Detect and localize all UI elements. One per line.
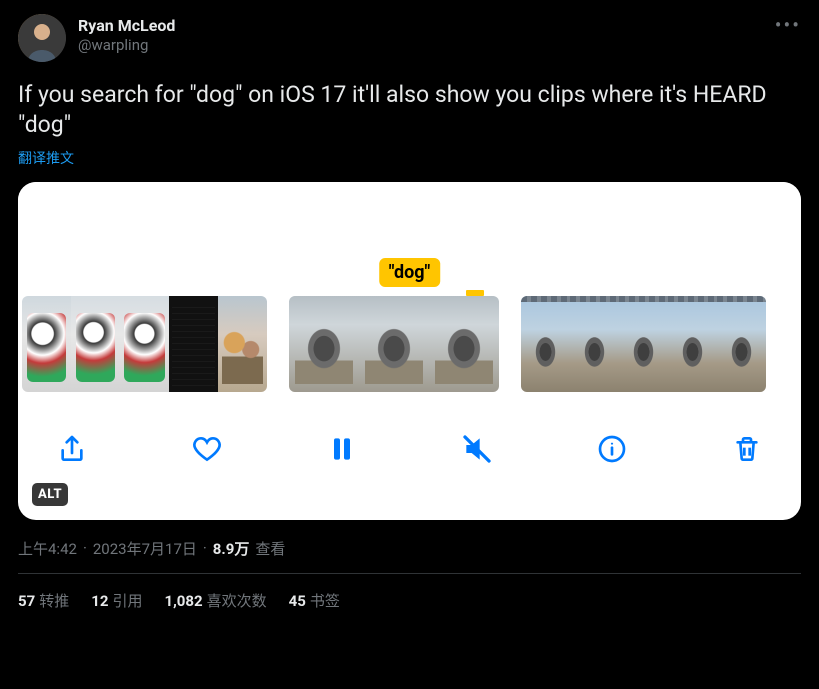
media-toolbar <box>18 392 801 482</box>
tweet-date[interactable]: 2023年7月17日 <box>93 538 197 559</box>
video-frame[interactable] <box>218 296 267 392</box>
views-count[interactable]: 8.9万 <box>213 538 250 559</box>
more-icon[interactable]: ••• <box>775 14 801 30</box>
video-frame[interactable] <box>521 296 570 392</box>
video-timeline[interactable] <box>18 296 801 392</box>
media-top: "dog" <box>18 182 801 296</box>
trash-icon[interactable] <box>729 431 765 467</box>
video-frame[interactable] <box>429 296 499 392</box>
video-frame[interactable] <box>668 296 717 392</box>
translate-link[interactable]: 翻译推文 <box>18 148 801 168</box>
video-frame[interactable] <box>717 296 766 392</box>
clip-group-3[interactable] <box>521 296 766 392</box>
video-frame[interactable] <box>619 296 668 392</box>
views-label: 查看 <box>255 538 285 559</box>
video-frame[interactable] <box>22 296 71 392</box>
alt-badge[interactable]: ALT <box>32 483 68 506</box>
video-frame[interactable] <box>169 296 218 392</box>
bookmarks-stat[interactable]: 45书签 <box>289 590 340 611</box>
video-frame[interactable] <box>120 296 169 392</box>
mute-icon[interactable] <box>459 431 495 467</box>
tweet-text: If you search for "dog" on iOS 17 it'll … <box>18 80 801 140</box>
tweet-meta: 上午4:42 · 2023年7月17日 · 8.9万 查看 <box>18 538 801 559</box>
stats-row: 57转推 12引用 1,082喜欢次数 45书签 <box>18 574 801 627</box>
quotes-stat[interactable]: 12引用 <box>91 590 142 611</box>
pause-icon[interactable] <box>324 431 360 467</box>
author-block: Ryan McLeod @warpling <box>78 14 763 55</box>
retweets-stat[interactable]: 57转推 <box>18 590 69 611</box>
video-frame[interactable] <box>71 296 120 392</box>
tweet-container: Ryan McLeod @warpling ••• If you search … <box>0 0 819 627</box>
handle[interactable]: @warpling <box>78 36 763 55</box>
display-name[interactable]: Ryan McLeod <box>78 16 763 36</box>
clip-group-1[interactable] <box>22 296 267 392</box>
clip-group-2[interactable] <box>289 296 499 392</box>
tweet-time[interactable]: 上午4:42 <box>18 538 77 559</box>
heart-icon[interactable] <box>189 431 225 467</box>
video-frame[interactable] <box>359 296 429 392</box>
media-card[interactable]: "dog" <box>18 182 801 520</box>
video-frame[interactable] <box>570 296 619 392</box>
search-highlight-label: "dog" <box>379 258 441 287</box>
tweet-header: Ryan McLeod @warpling ••• <box>18 14 801 62</box>
share-icon[interactable] <box>54 431 90 467</box>
video-frame[interactable] <box>289 296 359 392</box>
info-icon[interactable] <box>594 431 630 467</box>
avatar[interactable] <box>18 14 66 62</box>
likes-stat[interactable]: 1,082喜欢次数 <box>164 590 266 611</box>
